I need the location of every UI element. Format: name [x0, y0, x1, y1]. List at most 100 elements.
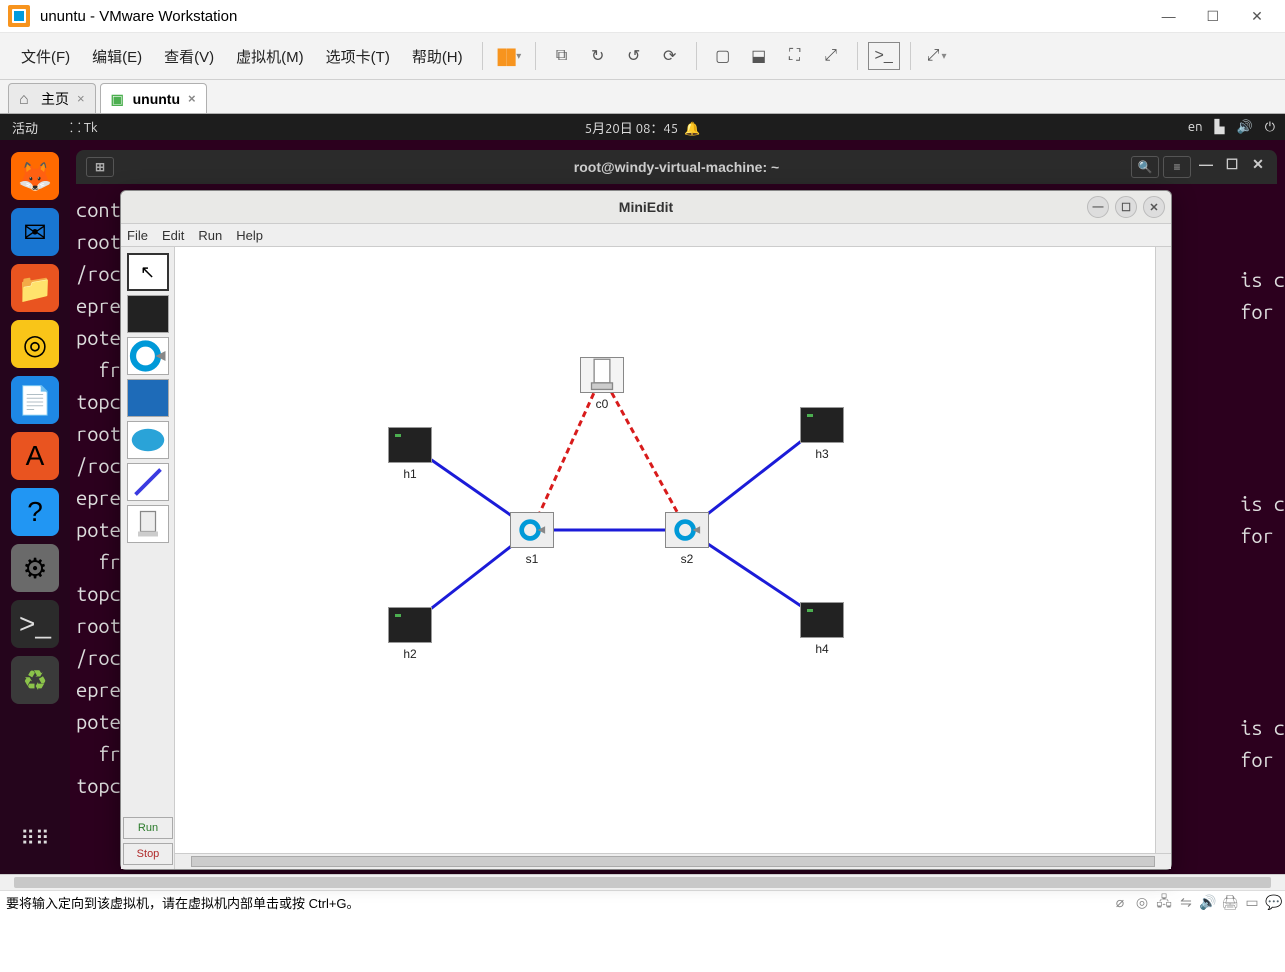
miniedit-title: MiniEdit [619, 199, 673, 215]
node-s1[interactable]: s1 [505, 512, 559, 566]
toolbar-fullscreen-icon[interactable]: ⤢▾ [921, 42, 953, 70]
node-label: h3 [795, 447, 849, 461]
input-source-indicator[interactable]: en [1188, 120, 1203, 134]
node-c0[interactable]: c0 [575, 357, 629, 411]
toolbar-icon-3[interactable]: ↺ [618, 42, 650, 70]
vm-icon [111, 91, 127, 107]
status-usb-icon[interactable]: ⇋ [1175, 894, 1197, 911]
dock-settings-icon[interactable]: ⚙ [11, 544, 59, 592]
dock-thunderbird-icon[interactable]: ✉ [11, 208, 59, 256]
tab-home[interactable]: 主页 × [8, 83, 96, 113]
miniedit-run-button[interactable]: Run [123, 817, 173, 839]
toolbar-icon-2[interactable]: ↻ [582, 42, 614, 70]
toolbar-screen-3[interactable]: ⛶ [779, 42, 811, 70]
tab-home-label: 主页 [41, 89, 69, 109]
maximize-button[interactable]: ☐ [1193, 8, 1233, 25]
appmenu-tk[interactable]: ⸬ Tk [70, 118, 98, 136]
miniedit-toolbar: ↖ Run Stop [121, 247, 175, 869]
miniedit-menu-file[interactable]: File [127, 228, 148, 243]
vmware-horizontal-scrollbar[interactable] [0, 874, 1285, 890]
pause-button[interactable]: ▮▮▾ [493, 42, 525, 70]
miniedit-canvas[interactable]: c0 h1 h2 h3 h4 s1 s2 [175, 247, 1171, 869]
miniedit-minimize-button[interactable]: — [1087, 196, 1109, 218]
dock-firefox-icon[interactable]: 🦊 [11, 152, 59, 200]
tool-controller[interactable] [127, 505, 169, 543]
toolbar-screen-1[interactable]: ▢ [707, 42, 739, 70]
activities-button[interactable]: 活动 [0, 118, 50, 137]
node-h2[interactable]: h2 [383, 607, 437, 661]
guest-display[interactable]: cont root /roc epre pote fr topc root /r… [0, 114, 1285, 874]
menu-help[interactable]: 帮助(H) [401, 46, 474, 67]
dock-trash-icon[interactable]: ♻ [11, 656, 59, 704]
miniedit-titlebar[interactable]: MiniEdit — ☐ ✕ [121, 191, 1171, 224]
status-disk-icon[interactable]: ⌀ [1109, 894, 1131, 911]
status-network-icon[interactable]: 🖧 [1153, 891, 1175, 915]
tool-legacy-switch[interactable] [127, 379, 169, 417]
terminal-headerbar: ⊞ root@windy-virtual-machine: ~ 🔍 ≡ — ☐ … [76, 150, 1277, 184]
network-icon[interactable]: ▙ [1215, 120, 1225, 135]
node-label: h4 [795, 642, 849, 656]
terminal-new-tab-button[interactable]: ⊞ [86, 157, 114, 177]
node-h1[interactable]: h1 [383, 427, 437, 481]
terminal-minimize-button[interactable]: — [1195, 156, 1217, 178]
node-h3[interactable]: h3 [795, 407, 849, 461]
tool-switch[interactable] [127, 337, 169, 375]
miniedit-body: ↖ Run Stop c0 h1 h2 h3 h4 s1 s2 [121, 246, 1171, 869]
miniedit-menu-run[interactable]: Run [198, 228, 222, 243]
toolbar-icon-4[interactable]: ⟳ [654, 42, 686, 70]
vmware-title: ununtu - VMware Workstation [40, 8, 237, 25]
menu-view[interactable]: 查看(V) [153, 46, 225, 67]
miniedit-vertical-scrollbar[interactable] [1155, 247, 1171, 853]
terminal-title: root@windy-virtual-machine: ~ [574, 159, 779, 175]
dock-writer-icon[interactable]: 📄 [11, 376, 59, 424]
miniedit-menu-edit[interactable]: Edit [162, 228, 184, 243]
status-cd-icon[interactable]: ◎ [1131, 894, 1153, 911]
power-icon[interactable]: ⏻ [1265, 120, 1275, 135]
clock[interactable]: 5月20日 08：45 🔔 [585, 118, 700, 137]
tab-home-close-icon[interactable]: × [77, 91, 85, 106]
dock-help-icon[interactable]: ? [11, 488, 59, 536]
tool-select[interactable]: ↖ [127, 253, 169, 291]
status-sound-icon[interactable]: 🔊 [1197, 894, 1219, 911]
node-label: h1 [383, 467, 437, 481]
ubuntu-dock: 🦊 ✉ 📁 ◎ 📄 A ? ⚙ >_ ♻ ⠿⠿ [0, 140, 70, 874]
miniedit-close-button[interactable]: ✕ [1143, 196, 1165, 218]
miniedit-horizontal-scrollbar[interactable] [175, 853, 1171, 869]
toolbar-icon-1[interactable]: ⧉ [546, 42, 578, 70]
dock-files-icon[interactable]: 📁 [11, 264, 59, 312]
miniedit-menubar: File Edit Run Help [121, 224, 1171, 246]
terminal-close-button[interactable]: ✕ [1247, 156, 1269, 178]
miniedit-stop-button[interactable]: Stop [123, 843, 173, 865]
node-s2[interactable]: s2 [660, 512, 714, 566]
dock-software-icon[interactable]: A [11, 432, 59, 480]
node-h4[interactable]: h4 [795, 602, 849, 656]
terminal-maximize-button[interactable]: ☐ [1221, 156, 1243, 178]
miniedit-menu-help[interactable]: Help [236, 228, 263, 243]
terminal-menu-button[interactable]: ≡ [1163, 156, 1191, 178]
tool-router[interactable] [127, 421, 169, 459]
minimize-button[interactable]: — [1149, 8, 1189, 24]
dock-rhythmbox-icon[interactable]: ◎ [11, 320, 59, 368]
tool-host[interactable] [127, 295, 169, 333]
status-printer-icon[interactable]: 🖨 [1219, 894, 1241, 911]
toolbar-console-icon[interactable]: >_ [868, 42, 900, 70]
tab-ununtu[interactable]: ununtu × [100, 83, 207, 113]
vmware-logo-icon [8, 5, 30, 27]
close-button[interactable]: ✕ [1237, 8, 1277, 25]
tab-ununtu-close-icon[interactable]: × [188, 91, 196, 106]
vmware-titlebar: ununtu - VMware Workstation — ☐ ✕ [0, 0, 1285, 33]
menu-tabs[interactable]: 选项卡(T) [315, 46, 401, 67]
menu-vm[interactable]: 虚拟机(M) [225, 46, 315, 67]
menu-edit[interactable]: 编辑(E) [81, 46, 153, 67]
sound-icon[interactable]: 🔊 [1237, 120, 1253, 135]
toolbar-screen-4[interactable]: ⤢ [815, 42, 847, 70]
dock-terminal-icon[interactable]: >_ [11, 600, 59, 648]
miniedit-maximize-button[interactable]: ☐ [1115, 196, 1137, 218]
terminal-search-button[interactable]: 🔍 [1131, 156, 1159, 178]
menu-file[interactable]: 文件(F) [10, 46, 81, 67]
tool-link[interactable] [127, 463, 169, 501]
toolbar-screen-2[interactable]: ⬓ [743, 42, 775, 70]
dock-apps-grid-icon[interactable]: ⠿⠿ [11, 814, 59, 862]
status-display-icon[interactable]: ▭ [1241, 894, 1263, 911]
status-message-icon[interactable]: 💬 [1263, 894, 1285, 911]
